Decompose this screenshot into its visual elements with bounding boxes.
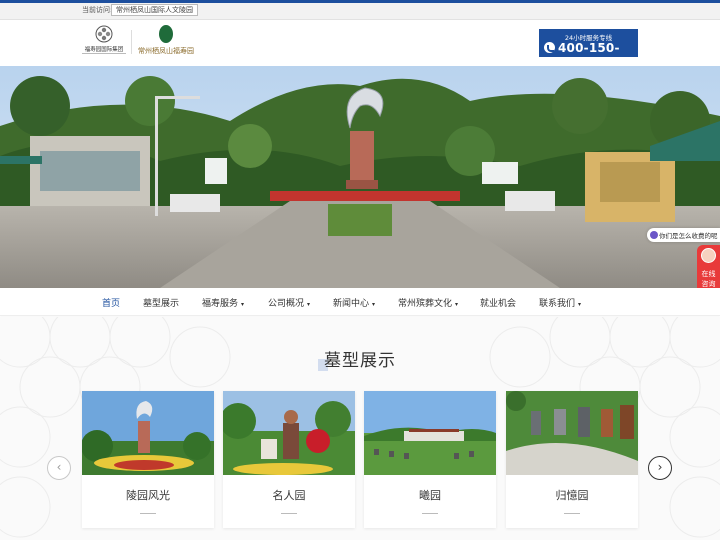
group-logo-icon	[95, 25, 113, 43]
nav-item-tomb-display[interactable]: 墓型展示	[143, 296, 179, 309]
card-divider	[281, 513, 297, 514]
card-caption: 陵园风光	[126, 489, 170, 502]
nav-item-label: 福寿服务	[202, 299, 239, 309]
chevron-left-icon: ‹	[56, 460, 62, 474]
nav-item-label: 新闻中心	[333, 299, 370, 309]
nav-item-services[interactable]: 福寿服务 ▾	[202, 296, 244, 309]
logo-divider	[131, 30, 132, 54]
top-bar: 当前访问: 常州栖凤山国际人文陵园	[0, 3, 720, 20]
hotline-number: 400-150-1919	[558, 41, 620, 69]
chat-bubble[interactable]: 你们是怎么收费的呢	[647, 228, 720, 242]
chevron-down-icon: ▾	[578, 301, 582, 308]
nav-item-culture[interactable]: 常州殡葬文化 ▾	[398, 296, 458, 309]
hotline-box[interactable]: 24小时服务专线 400-150-1919	[539, 29, 638, 69]
card-image	[506, 391, 638, 475]
hero-image	[0, 66, 720, 288]
nav-item-jobs[interactable]: 就业机会	[480, 296, 516, 309]
nav-item-label: 联系我们	[539, 299, 576, 309]
location-label: 当前访问:	[82, 6, 113, 14]
card-image	[223, 391, 355, 475]
tomb-card[interactable]: 归憶园	[506, 391, 638, 528]
header: 福寿园国际集团 常州栖凤山福寿园 24小时服务专线 400-150-1919	[0, 20, 720, 69]
nav-item-label: 就业机会	[480, 299, 517, 309]
chevron-down-icon: ▾	[241, 301, 245, 308]
online-consult-label: 在线 咨询	[697, 269, 720, 289]
location-tag[interactable]: 常州栖凤山国际人文陵园	[111, 4, 198, 16]
agent-avatar-icon	[701, 248, 716, 263]
card-image	[82, 391, 214, 475]
card-divider	[422, 513, 438, 514]
tomb-card[interactable]: 曦园	[364, 391, 496, 528]
group-logo-text: 福寿园国际集团	[84, 47, 124, 53]
nav-item-news[interactable]: 新闻中心 ▾	[333, 296, 375, 309]
nav-item-about[interactable]: 公司概况 ▾	[268, 296, 310, 309]
card-divider	[564, 513, 580, 514]
tomb-card[interactable]: 陵园风光	[82, 391, 214, 528]
tomb-display-section: 墓型展示 ‹ › 陵园风光 名人园 曦园 归憶园	[0, 317, 720, 540]
chevron-right-icon: ›	[657, 460, 663, 474]
tomb-card[interactable]: 名人园	[223, 391, 355, 528]
card-divider	[140, 513, 156, 514]
group-logo[interactable]: 福寿园国际集团	[82, 24, 126, 60]
chat-bubble-text: 你们是怎么收费的呢	[659, 232, 718, 240]
nav-item-label: 首页	[102, 299, 121, 309]
nav-item-label: 常州殡葬文化	[398, 299, 453, 309]
consult-line-1: 在线	[701, 270, 716, 278]
main-nav: 首页 墓型展示 福寿服务 ▾ 公司概况 ▾ 新闻中心 ▾ 常州殡葬文化 ▾ 就业机会 联…	[0, 288, 720, 316]
park-logo-icon	[159, 25, 173, 43]
hero-banner	[0, 66, 720, 288]
nav-item-contact[interactable]: 联系我们 ▾	[539, 296, 581, 309]
group-logo-underline	[82, 53, 126, 55]
carousel-next-button[interactable]: ›	[648, 456, 672, 480]
nav-item-home[interactable]: 首页	[102, 296, 120, 309]
chat-icon	[650, 231, 658, 239]
phone-icon	[544, 42, 555, 53]
card-image	[364, 391, 496, 475]
chevron-down-icon: ▾	[307, 301, 311, 308]
section-title: 墓型展示	[324, 351, 396, 371]
card-caption: 曦园	[419, 489, 441, 502]
park-logo-text: 常州栖凤山福寿园	[138, 47, 194, 55]
carousel-prev-button[interactable]: ‹	[47, 456, 71, 480]
card-caption: 归憶园	[555, 489, 589, 502]
park-logo[interactable]: 常州栖凤山福寿园	[137, 24, 195, 60]
chevron-down-icon: ▾	[372, 301, 376, 308]
nav-item-label: 墓型展示	[143, 299, 180, 309]
chevron-down-icon: ▾	[455, 301, 459, 308]
nav-item-label: 公司概况	[268, 299, 305, 309]
card-caption: 名人园	[272, 489, 306, 502]
